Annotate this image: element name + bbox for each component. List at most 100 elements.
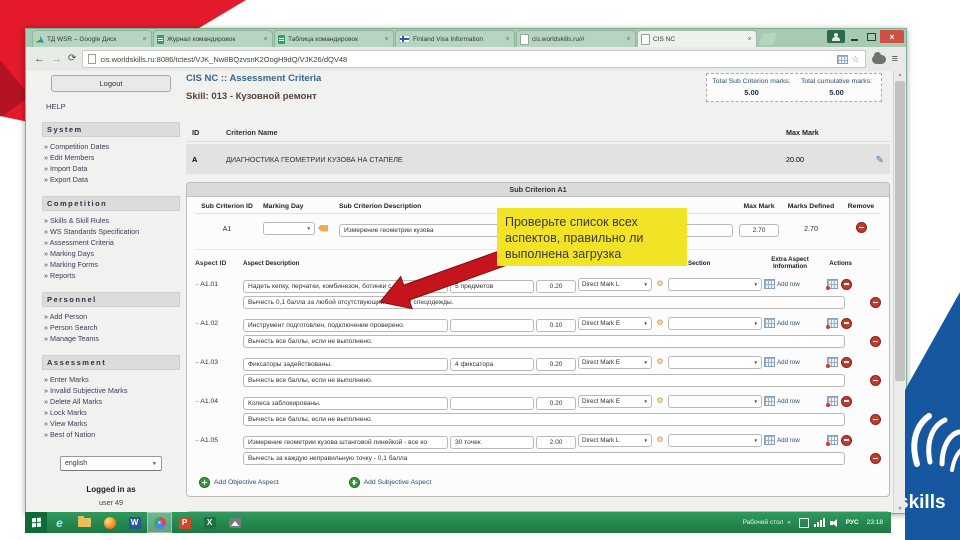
chevron-icon[interactable]: »	[787, 520, 790, 526]
aspect-type-select[interactable]: Direct Mark E	[578, 355, 652, 369]
add-row-link[interactable]: Add row	[764, 279, 816, 289]
remove-aspect-icon[interactable]	[841, 278, 852, 290]
sub-criterion-max-input[interactable]	[739, 224, 779, 237]
add-row-link[interactable]: Add row	[764, 435, 816, 445]
aspect-mark-input[interactable]	[536, 436, 576, 449]
sidebar-item-export-data[interactable]: Export Data	[44, 174, 180, 185]
scroll-up-icon[interactable]	[894, 72, 906, 78]
wsss-section-select[interactable]	[668, 355, 762, 369]
aspect-type-select[interactable]: Direct Mark E	[578, 316, 652, 330]
tab-close-icon[interactable]	[625, 36, 632, 43]
gear-icon[interactable]	[654, 436, 666, 444]
browser-tab[interactable]: Журнал командировок	[153, 30, 273, 47]
scroll-down-icon[interactable]	[894, 506, 906, 512]
aspect-description-input[interactable]	[243, 397, 448, 410]
aspect-requirement-input[interactable]	[450, 358, 534, 371]
taskbar-chrome[interactable]	[147, 512, 172, 533]
sidebar-item-add-person[interactable]: Add Person	[44, 311, 180, 322]
tag-icon[interactable]	[318, 224, 328, 232]
remove-deduction-icon[interactable]	[870, 453, 881, 464]
start-button[interactable]	[25, 512, 47, 533]
sidebar-item-assessment-criteria[interactable]: Assessment Criteria	[44, 237, 180, 248]
desktop-toolbar[interactable]: Рабочий стол	[743, 519, 784, 526]
aspect-mark-input[interactable]	[536, 319, 576, 332]
aspect-deduction-input[interactable]	[243, 452, 845, 465]
forward-button[interactable]: →	[51, 53, 62, 65]
remove-aspect-icon[interactable]	[841, 356, 852, 368]
action-center-icon[interactable]	[798, 517, 809, 528]
url-text[interactable]: cis.worldskills.ru:8086/tctest/VJK_Nw8BQ…	[100, 55, 832, 64]
wsss-section-select[interactable]	[668, 316, 762, 330]
scrollbar-thumb[interactable]	[895, 81, 905, 381]
edit-criterion-icon[interactable]	[876, 155, 884, 166]
aspect-description-input[interactable]	[243, 319, 448, 332]
aspect-mark-input[interactable]	[536, 280, 576, 293]
sidebar-item-enter-marks[interactable]: Enter Marks	[44, 374, 180, 385]
add-row-link[interactable]: Add row	[764, 357, 816, 367]
cloud-icon[interactable]	[871, 51, 886, 64]
aspect-deduction-input[interactable]	[243, 296, 845, 309]
wsss-section-select[interactable]	[668, 433, 762, 447]
aspect-deduction-input[interactable]	[243, 413, 845, 426]
network-signal-icon[interactable]	[813, 518, 825, 527]
remove-sub-criterion-icon[interactable]	[855, 222, 867, 234]
taskbar-photos[interactable]	[222, 512, 247, 533]
wsss-section-select[interactable]	[668, 394, 762, 408]
criterion-row[interactable]: A ДИАГНОСТИКА ГЕОМЕТРИИ КУЗОВА НА СТАПЕЛ…	[186, 144, 890, 174]
gear-icon[interactable]	[654, 319, 666, 327]
remove-deduction-icon[interactable]	[870, 375, 881, 386]
logout-button[interactable]: Logout	[51, 75, 171, 92]
sidebar-item-person-search[interactable]: Person Search	[44, 322, 180, 333]
taskbar-powerpoint[interactable]: P	[172, 512, 197, 533]
sidebar-item-lock-marks[interactable]: Lock Marks	[44, 407, 180, 418]
wsss-section-select[interactable]	[668, 277, 762, 291]
tab-close-icon[interactable]	[746, 36, 753, 43]
back-button[interactable]: ←	[34, 53, 45, 65]
extra-info-icon[interactable]	[826, 279, 838, 290]
add-row-link[interactable]: Add row	[764, 396, 816, 406]
sidebar-item-ws-standards[interactable]: WS Standards Specification	[44, 226, 180, 237]
sidebar-item-reports[interactable]: Reports	[44, 270, 180, 281]
sidebar-item-edit-members[interactable]: Edit Members	[44, 152, 180, 163]
help-link[interactable]: HELP	[46, 102, 180, 111]
add-objective-aspect-link[interactable]: Add Objective Aspect	[199, 477, 279, 488]
extra-info-icon[interactable]	[826, 396, 838, 407]
aspect-mark-input[interactable]	[536, 397, 576, 410]
sidebar-item-skills-rules[interactable]: Skills & Skill Rules	[44, 215, 180, 226]
address-bar[interactable]: cis.worldskills.ru:8086/tctest/VJK_Nw8BQ…	[82, 50, 866, 68]
key-icon[interactable]	[836, 54, 848, 64]
remove-aspect-icon[interactable]	[841, 317, 852, 329]
gear-icon[interactable]	[654, 397, 666, 405]
remove-deduction-icon[interactable]	[870, 414, 881, 425]
close-button[interactable]	[880, 30, 904, 43]
browser-tab-active[interactable]: CIS NC	[637, 30, 757, 47]
add-subjective-aspect-link[interactable]: Add Subjective Aspect	[348, 477, 431, 488]
bookmark-star-icon[interactable]: ☆	[852, 54, 860, 64]
browser-tab[interactable]: cis.worldskills.ru/#	[516, 30, 636, 47]
taskbar-firefox[interactable]	[97, 512, 122, 533]
aspect-mark-input[interactable]	[536, 358, 576, 371]
gear-icon[interactable]	[654, 280, 666, 288]
sidebar-item-marking-days[interactable]: Marking Days	[44, 248, 180, 259]
sidebar-item-invalid-subjective-marks[interactable]: Invalid Subjective Marks	[44, 385, 180, 396]
aspect-type-select[interactable]: Direct Mark E	[578, 394, 652, 408]
minimize-button[interactable]	[846, 30, 862, 43]
aspect-requirement-input[interactable]	[450, 319, 534, 332]
tab-close-icon[interactable]	[262, 36, 269, 43]
taskbar-word[interactable]: W	[122, 512, 147, 533]
add-row-link[interactable]: Add row	[764, 318, 816, 328]
extra-info-icon[interactable]	[826, 357, 838, 368]
extra-info-icon[interactable]	[826, 318, 838, 329]
clock[interactable]: 23:18	[867, 519, 883, 526]
new-tab-button[interactable]	[758, 33, 778, 45]
remove-deduction-icon[interactable]	[870, 297, 881, 308]
tab-close-icon[interactable]	[383, 36, 390, 43]
aspect-description-input[interactable]	[243, 358, 448, 371]
sidebar-item-manage-teams[interactable]: Manage Teams	[44, 333, 180, 344]
sidebar-item-marking-forms[interactable]: Marking Forms	[44, 259, 180, 270]
maximize-button[interactable]	[863, 30, 879, 43]
aspect-deduction-input[interactable]	[243, 374, 845, 387]
browser-tab[interactable]: Finland Visa Information	[395, 30, 515, 47]
browser-tab[interactable]: ТД WSR – Google Диск	[32, 30, 152, 47]
language-indicator[interactable]: РУС	[846, 519, 859, 526]
